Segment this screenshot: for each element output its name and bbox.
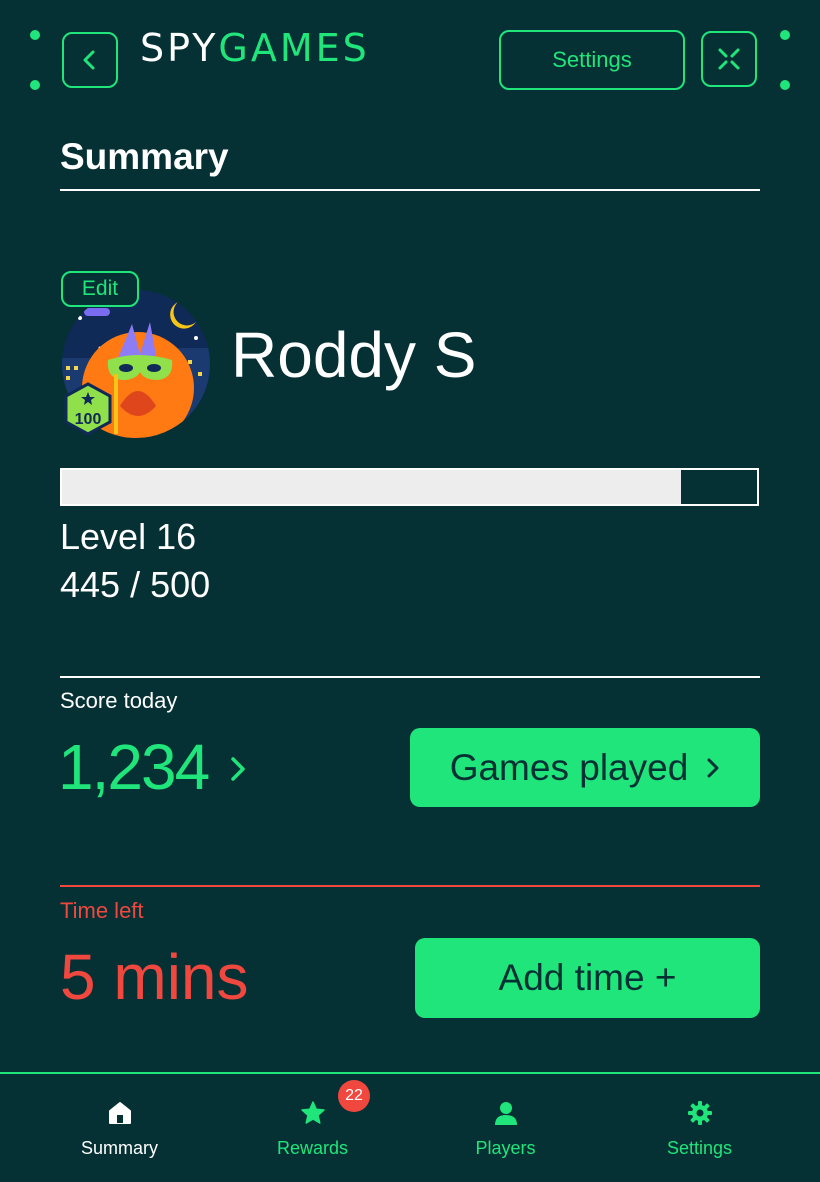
person-icon	[495, 1102, 517, 1125]
level-badge-value: 100	[74, 411, 102, 428]
page-title: Summary	[60, 136, 229, 177]
chevron-right-icon	[707, 758, 719, 777]
back-button[interactable]	[62, 32, 118, 88]
rewards-count-badge: 22	[338, 1080, 370, 1112]
add-time-button[interactable]: Add time +	[415, 938, 760, 1018]
nav-label-rewards: Rewards	[276, 1138, 349, 1158]
games-played-button[interactable]: Games played	[410, 728, 760, 807]
time-label: Time left	[60, 898, 144, 923]
add-time-label: Add time +	[498, 957, 677, 998]
level-label: Level 16	[60, 516, 197, 557]
nav-item-settings[interactable]: Settings	[597, 1074, 802, 1182]
time-value: 5 mins	[60, 941, 249, 1013]
level-progress-bar	[60, 468, 759, 506]
header-settings-button[interactable]: Settings	[499, 30, 685, 90]
chevron-left-icon	[83, 50, 95, 70]
bottom-nav: Summary Rewards Players Settings	[0, 1072, 820, 1182]
score-divider	[60, 676, 760, 678]
score-value-link[interactable]: 1,234	[58, 730, 258, 810]
decorative-dot	[780, 80, 790, 90]
close-button[interactable]	[701, 31, 757, 87]
home-icon	[109, 1102, 131, 1124]
games-played-label: Games played	[449, 746, 689, 788]
nav-item-summary[interactable]: Summary	[17, 1074, 222, 1182]
nav-item-players[interactable]: Players	[403, 1074, 608, 1182]
app-logo: SPYGAMES	[140, 26, 370, 70]
time-divider	[60, 885, 760, 887]
gear-icon	[688, 1101, 712, 1125]
nav-item-rewards[interactable]: Rewards	[210, 1074, 415, 1182]
close-icon	[718, 48, 740, 70]
score-label: Score today	[60, 688, 178, 713]
score-value: 1,234	[58, 731, 210, 803]
level-progress-fill	[62, 470, 681, 504]
nav-label-players: Players	[475, 1138, 536, 1158]
player-name: Roddy S	[231, 319, 477, 391]
decorative-dot	[30, 80, 40, 90]
decorative-dot	[30, 30, 40, 40]
title-divider	[60, 189, 760, 191]
chevron-right-icon	[231, 757, 245, 781]
star-icon	[301, 1101, 325, 1124]
decorative-dot	[780, 30, 790, 40]
edit-profile-button[interactable]: Edit	[61, 271, 139, 307]
nav-label-summary: Summary	[80, 1138, 158, 1158]
xp-text: 445 / 500	[60, 564, 211, 605]
nav-label-settings: Settings	[666, 1138, 733, 1158]
